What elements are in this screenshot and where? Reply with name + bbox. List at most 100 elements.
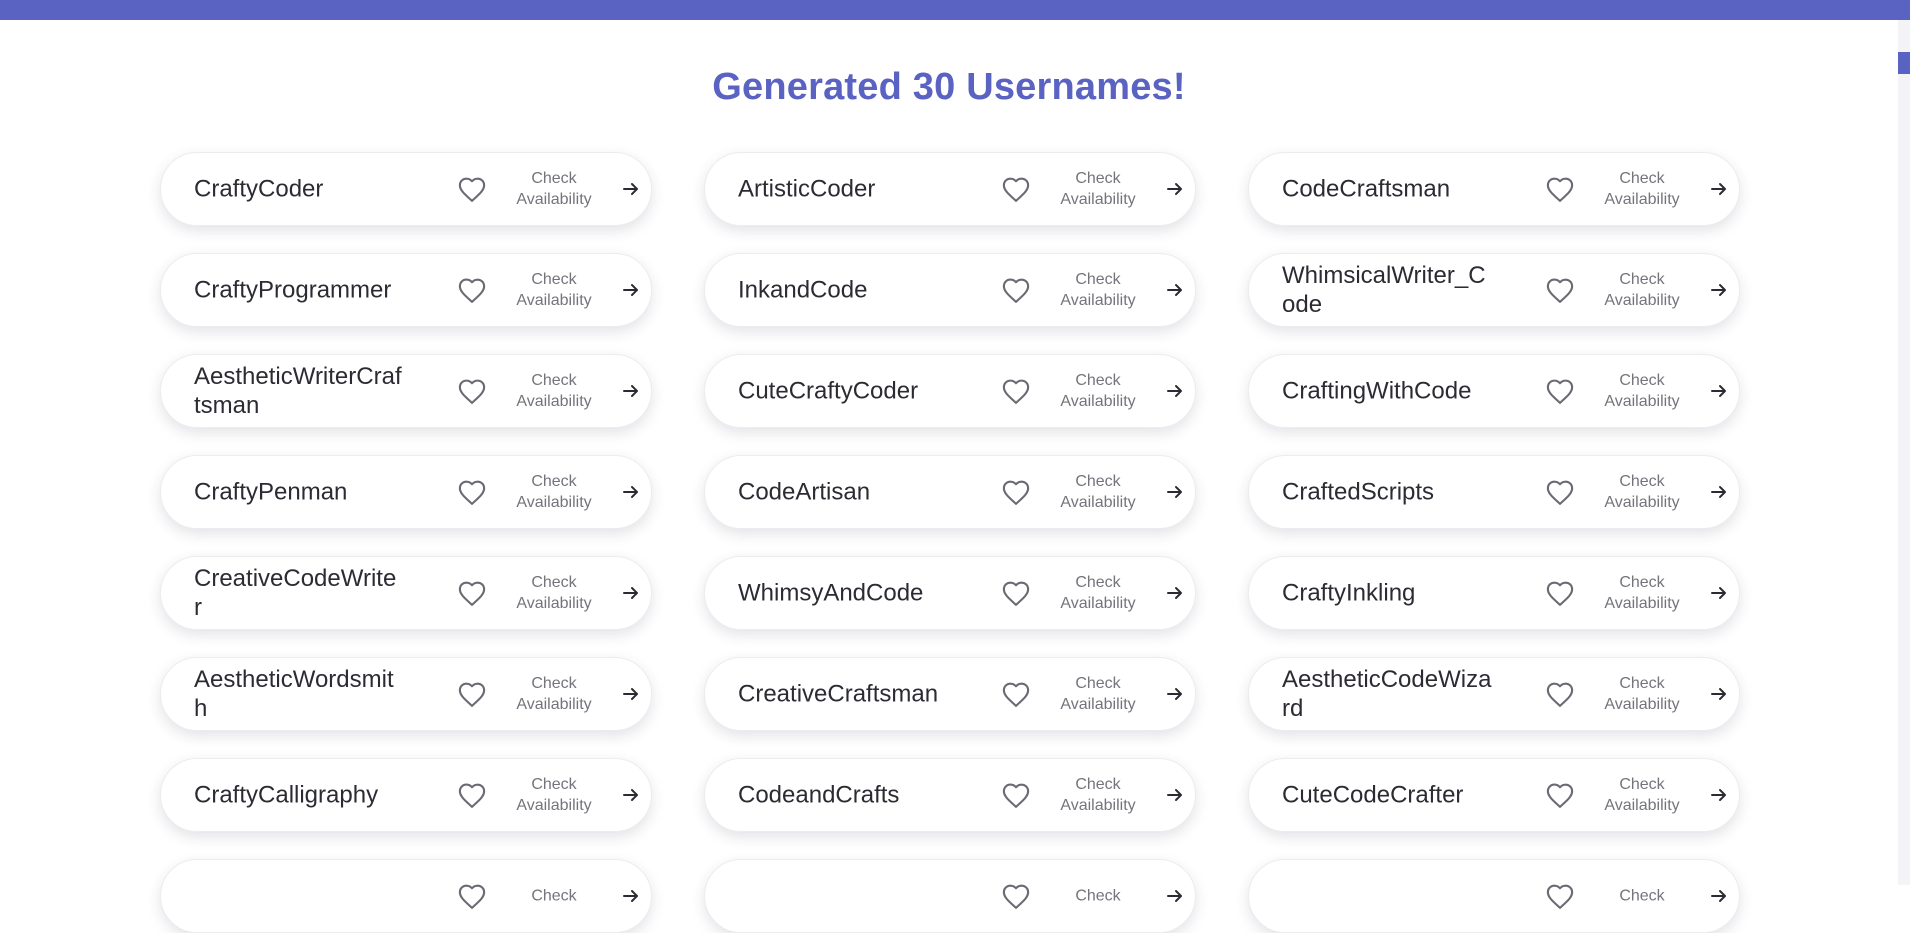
top-accent-bar	[0, 0, 1910, 20]
arrow-right-icon[interactable]	[1710, 281, 1728, 299]
check-availability-link[interactable]: Check Availability	[506, 471, 602, 513]
heart-outline-icon[interactable]	[457, 478, 487, 506]
username-card: CuteCodeCrafter Check Availability	[1248, 758, 1740, 832]
arrow-right-icon[interactable]	[1166, 584, 1184, 602]
username-card: CraftedScripts Check Availability	[1248, 455, 1740, 529]
heart-outline-icon[interactable]	[457, 377, 487, 405]
username-grid: CraftyCoder Check Availability ArtisticCode…	[160, 152, 1740, 933]
heart-outline-icon[interactable]	[1001, 377, 1031, 405]
heart-outline-icon[interactable]	[1545, 175, 1575, 203]
check-availability-link[interactable]: Check	[1594, 886, 1690, 907]
arrow-right-icon[interactable]	[622, 483, 640, 501]
check-availability-link[interactable]: Check Availability	[1050, 370, 1146, 412]
username-text: InkandCode	[738, 276, 868, 304]
arrow-right-icon[interactable]	[1710, 786, 1728, 804]
arrow-right-icon[interactable]	[1710, 483, 1728, 501]
username-card: CraftyCalligraphy Check Availability	[160, 758, 652, 832]
username-text: AestheticWordsmith	[194, 666, 394, 722]
check-availability-link[interactable]: Check Availability	[1594, 269, 1690, 311]
check-availability-link[interactable]: Check Availability	[1050, 673, 1146, 715]
check-availability-link[interactable]: Check Availability	[1050, 269, 1146, 311]
check-availability-link[interactable]: Check Availability	[1594, 370, 1690, 412]
heart-outline-icon[interactable]	[1545, 781, 1575, 809]
heart-outline-icon[interactable]	[1545, 276, 1575, 304]
arrow-right-icon[interactable]	[1166, 483, 1184, 501]
check-availability-link[interactable]: Check Availability	[506, 774, 602, 816]
heart-outline-icon[interactable]	[1001, 478, 1031, 506]
username-text: CuteCodeCrafter	[1282, 781, 1464, 809]
heart-outline-icon[interactable]	[457, 175, 487, 203]
username-text: CraftyCalligraphy	[194, 781, 379, 809]
check-availability-link[interactable]: Check Availability	[1594, 673, 1690, 715]
heart-outline-icon[interactable]	[1001, 175, 1031, 203]
username-card: CodeandCrafts Check Availability	[704, 758, 1196, 832]
check-availability-link[interactable]: Check Availability	[1050, 774, 1146, 816]
heart-outline-icon[interactable]	[1545, 882, 1575, 910]
heart-outline-icon[interactable]	[1001, 882, 1031, 910]
arrow-right-icon[interactable]	[622, 786, 640, 804]
check-availability-link[interactable]: Check Availability	[1594, 774, 1690, 816]
username-card: WhimsicalWriter_Code Check Availability	[1248, 253, 1740, 327]
username-card: CraftyPenman Check Availability	[160, 455, 652, 529]
username-card: Check	[1248, 859, 1740, 933]
arrow-right-icon[interactable]	[1166, 382, 1184, 400]
username-text: CraftingWithCode	[1282, 377, 1472, 405]
username-card: ArtisticCoder Check Availability	[704, 152, 1196, 226]
check-availability-link[interactable]: Check Availability	[1594, 572, 1690, 614]
check-availability-link[interactable]: Check Availability	[1050, 168, 1146, 210]
username-card: CreativeCodeWriter Check Availability	[160, 556, 652, 630]
arrow-right-icon[interactable]	[622, 685, 640, 703]
username-text: ArtisticCoder	[738, 175, 876, 203]
heart-outline-icon[interactable]	[457, 276, 487, 304]
username-text: WhimsyAndCode	[738, 579, 924, 607]
check-availability-link[interactable]: Check Availability	[1050, 471, 1146, 513]
heart-outline-icon[interactable]	[1001, 680, 1031, 708]
arrow-right-icon[interactable]	[1710, 382, 1728, 400]
heart-outline-icon[interactable]	[1545, 377, 1575, 405]
arrow-right-icon[interactable]	[1710, 180, 1728, 198]
username-card: AestheticWordsmith Check Availability	[160, 657, 652, 731]
heart-outline-icon[interactable]	[1545, 579, 1575, 607]
heart-outline-icon[interactable]	[457, 579, 487, 607]
arrow-right-icon[interactable]	[622, 180, 640, 198]
heart-outline-icon[interactable]	[1001, 579, 1031, 607]
heart-outline-icon[interactable]	[457, 882, 487, 910]
check-availability-link[interactable]: Check Availability	[1594, 168, 1690, 210]
check-availability-link[interactable]: Check Availability	[1594, 471, 1690, 513]
username-text: AestheticWriterCraftsman	[194, 363, 402, 419]
arrow-right-icon[interactable]	[622, 281, 640, 299]
check-availability-link[interactable]: Check	[1050, 886, 1146, 907]
scrollbar-track[interactable]	[1898, 20, 1910, 885]
arrow-right-icon[interactable]	[622, 382, 640, 400]
arrow-right-icon[interactable]	[1166, 180, 1184, 198]
arrow-right-icon[interactable]	[1166, 281, 1184, 299]
username-card: CuteCraftyCoder Check Availability	[704, 354, 1196, 428]
arrow-right-icon[interactable]	[1710, 584, 1728, 602]
username-text: CodeCraftsman	[1282, 175, 1451, 203]
heart-outline-icon[interactable]	[457, 680, 487, 708]
heart-outline-icon[interactable]	[1545, 680, 1575, 708]
heart-outline-icon[interactable]	[1545, 478, 1575, 506]
check-availability-link[interactable]: Check Availability	[506, 370, 602, 412]
username-text: CraftyInkling	[1282, 579, 1416, 607]
username-text: CraftyProgrammer	[194, 276, 392, 304]
heart-outline-icon[interactable]	[457, 781, 487, 809]
check-availability-link[interactable]: Check Availability	[506, 673, 602, 715]
arrow-right-icon[interactable]	[1710, 685, 1728, 703]
username-text: AestheticCodeWizard	[1282, 666, 1492, 722]
heart-outline-icon[interactable]	[1001, 276, 1031, 304]
arrow-right-icon[interactable]	[1166, 685, 1184, 703]
arrow-right-icon[interactable]	[1166, 887, 1184, 905]
check-availability-link[interactable]: Check Availability	[506, 269, 602, 311]
check-availability-link[interactable]: Check	[506, 886, 602, 907]
arrow-right-icon[interactable]	[1710, 887, 1728, 905]
check-availability-link[interactable]: Check Availability	[1050, 572, 1146, 614]
arrow-right-icon[interactable]	[622, 887, 640, 905]
arrow-right-icon[interactable]	[1166, 786, 1184, 804]
scrollbar-thumb[interactable]	[1898, 52, 1910, 74]
arrow-right-icon[interactable]	[622, 584, 640, 602]
heart-outline-icon[interactable]	[1001, 781, 1031, 809]
username-card: CodeCraftsman Check Availability	[1248, 152, 1740, 226]
check-availability-link[interactable]: Check Availability	[506, 572, 602, 614]
check-availability-link[interactable]: Check Availability	[506, 168, 602, 210]
